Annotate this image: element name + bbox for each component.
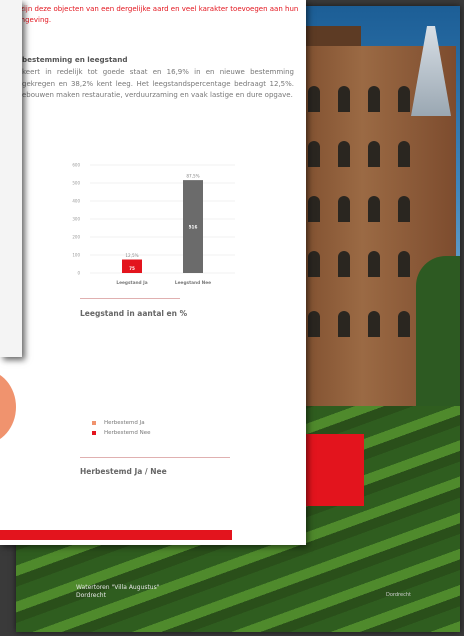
legend-label: Herbestemd Ja <box>104 420 145 426</box>
y-axis-ticks: 0 100 200 300 400 500 600 <box>72 163 80 276</box>
y-tick-label: 600 <box>72 163 80 168</box>
pie-legend: Herbestemd Ja Herbestemd Nee <box>92 418 151 438</box>
y-tick-label: 100 <box>72 253 80 258</box>
caption-location: Dordrecht <box>76 592 106 599</box>
pie-chart-edge <box>0 370 16 444</box>
category-label: Leegstand Ja <box>116 280 147 286</box>
footer-red-bar <box>0 530 232 540</box>
vacancy-bar-chart: 0 100 200 300 400 500 600 75 12,5% Leegstand Ja 5… <box>72 163 235 286</box>
y-tick-label: 200 <box>72 235 80 240</box>
front-page-edge <box>0 0 22 357</box>
caption-title: Watertoren "Villa Augustus" <box>76 584 160 591</box>
pie-chart-title: Herbestemd Ja / Nee <box>80 467 167 476</box>
chart-grid <box>90 164 235 274</box>
chart-divider <box>80 298 180 299</box>
y-tick-label: 400 <box>72 199 80 204</box>
legend-label: Herbestemd Nee <box>104 430 151 436</box>
intro-text: k zijn deze objecten van een dergelijke … <box>14 5 299 24</box>
page-tag: Dordrecht <box>386 592 411 598</box>
bar-percent-label: 12,5% <box>125 253 138 258</box>
section-heading: bestemming en leegstand <box>22 55 128 64</box>
y-tick-label: 300 <box>72 217 80 222</box>
legend-swatch <box>92 431 96 435</box>
section-body: keert in redelijk tot goede staat en 16,… <box>22 68 294 99</box>
bar-percent-label: 87,5% <box>186 174 199 179</box>
bar-chart-title: Leegstand in aantal en % <box>80 309 188 318</box>
legend-item: Herbestemd Nee <box>92 428 151 438</box>
bar-value-label: 75 <box>129 266 135 271</box>
document-page: k zijn deze objecten van een dergelijke … <box>0 0 306 545</box>
y-tick-label: 0 <box>77 271 80 276</box>
legend-swatch <box>92 421 96 425</box>
photo-caption: Watertoren "Villa Augustus" Dordrecht <box>76 584 160 600</box>
category-label: Leegstand Nee <box>175 280 211 286</box>
legend-item: Herbestemd Ja <box>92 418 151 428</box>
pie-divider <box>80 457 230 458</box>
bar-value-label: 516 <box>189 225 198 230</box>
y-tick-label: 500 <box>72 181 80 186</box>
